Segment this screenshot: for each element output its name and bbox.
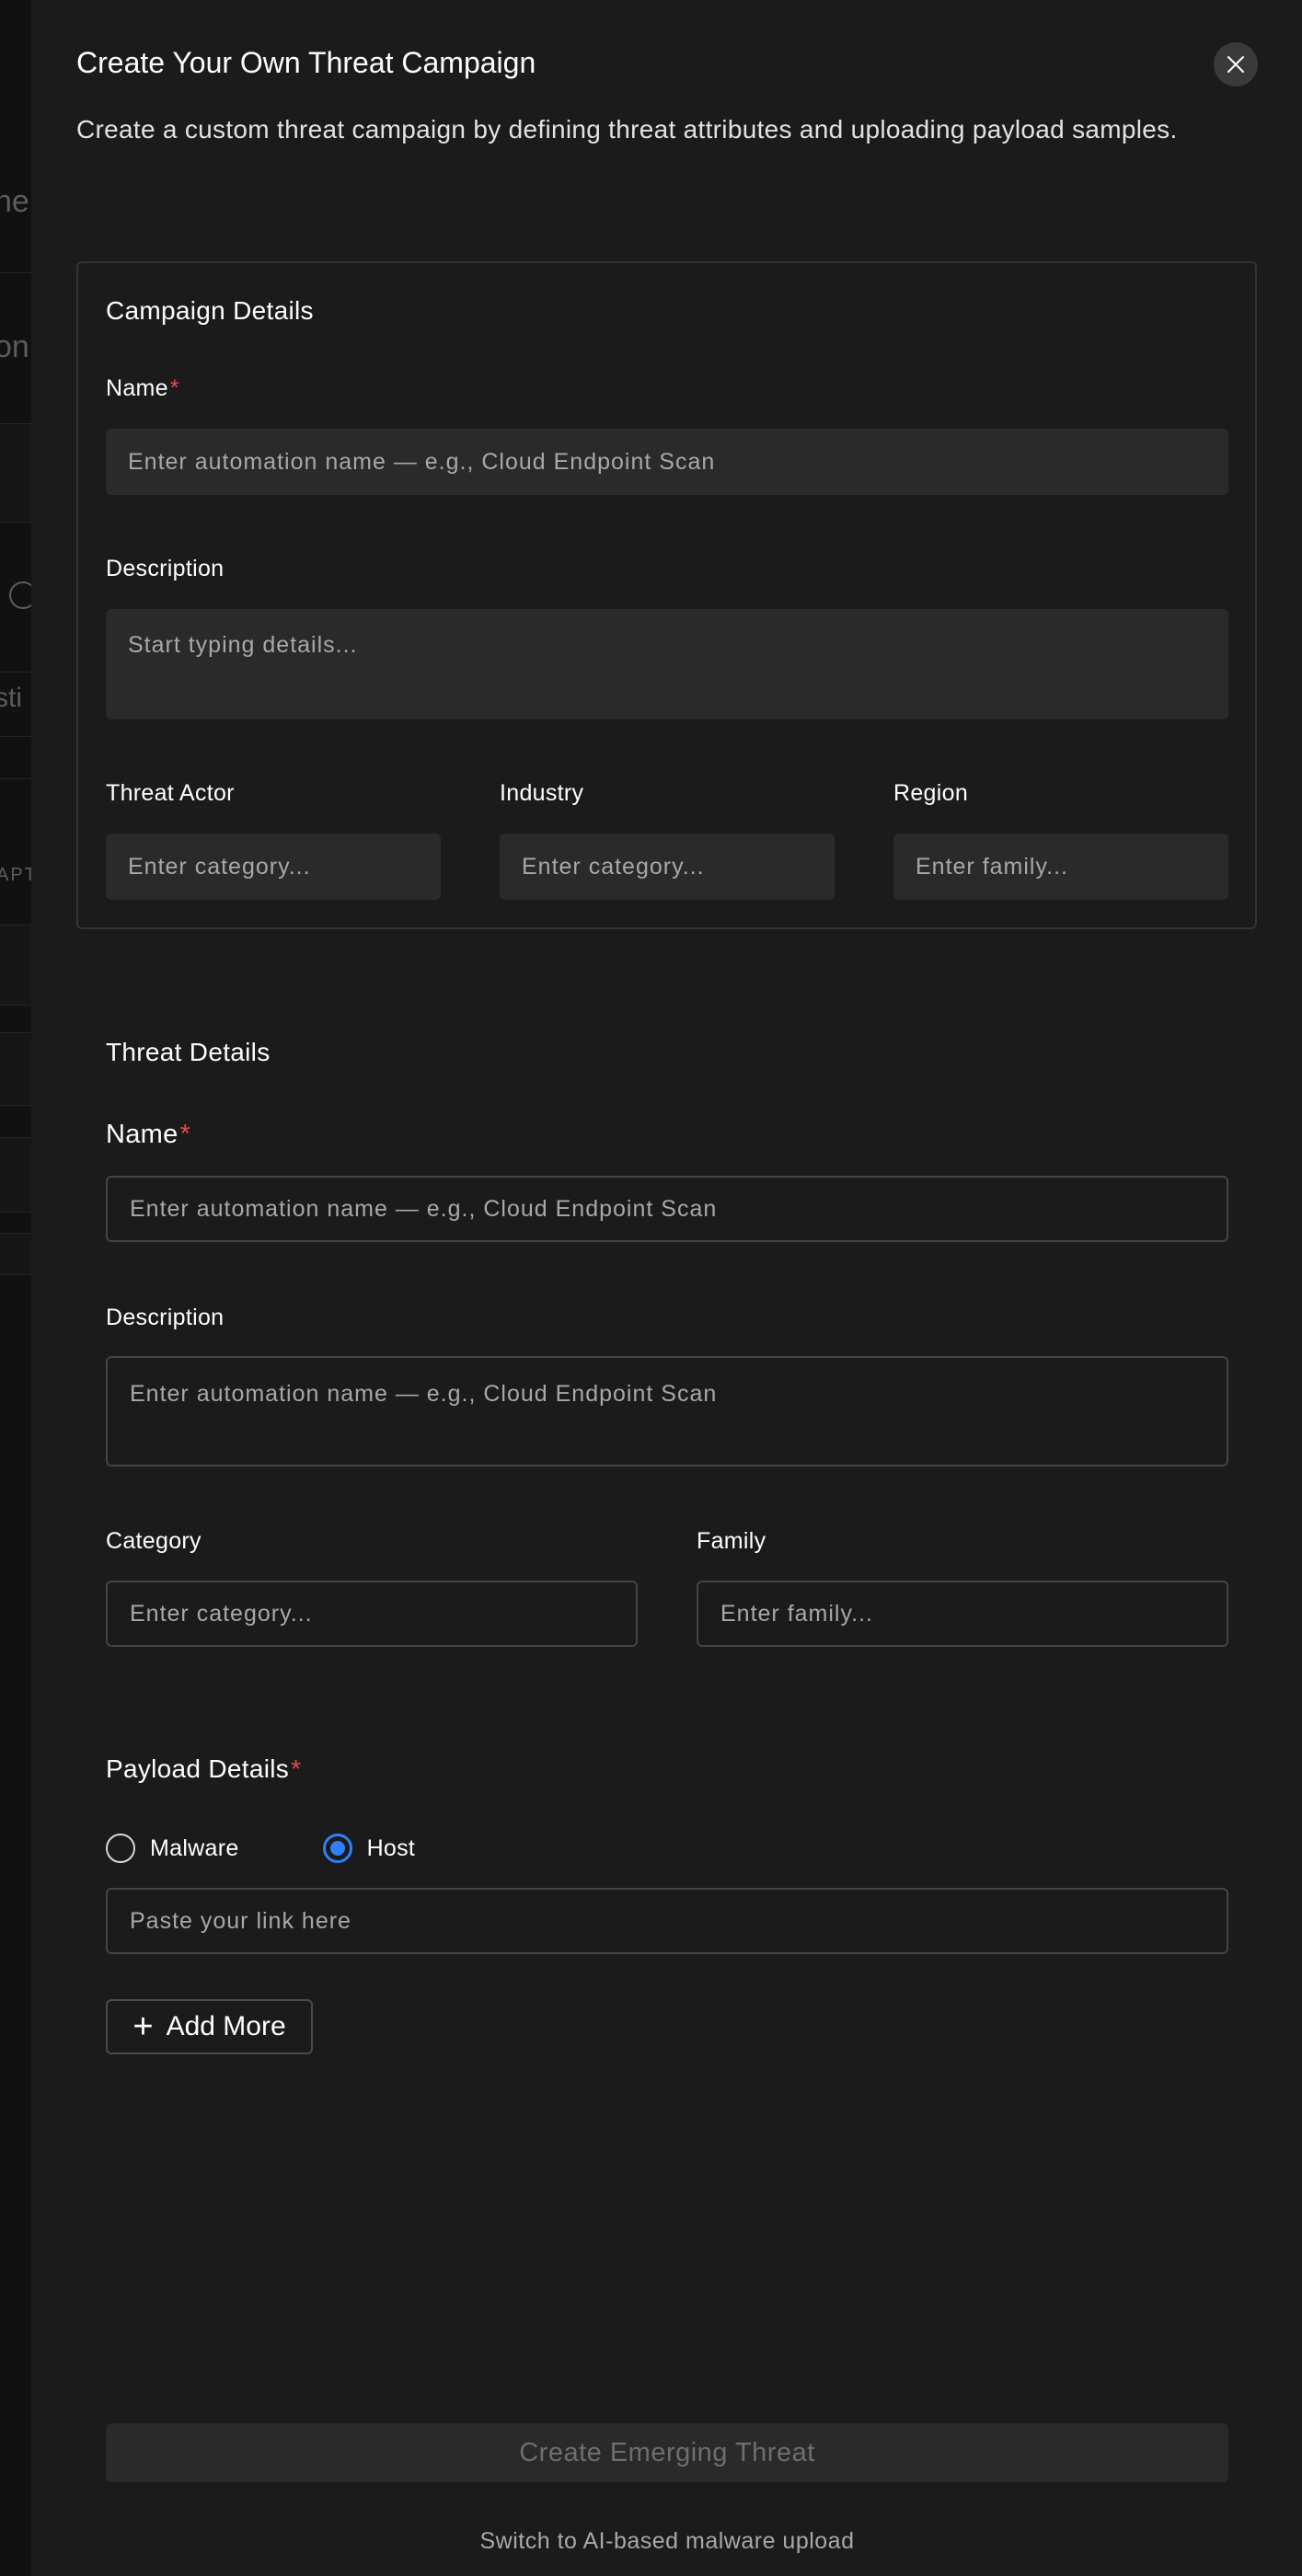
background-card: [0, 925, 31, 1006]
industry-input[interactable]: [500, 834, 835, 900]
campaign-details-section: [76, 261, 1257, 929]
radio-malware-label: Malware: [150, 1834, 239, 1861]
payload-details-title: Payload Details*: [106, 1754, 302, 1783]
family-input[interactable]: [697, 1581, 1228, 1647]
campaign-details-title: Campaign Details: [106, 296, 314, 325]
background-text: he: [0, 184, 29, 219]
campaign-name-input[interactable]: [106, 429, 1228, 495]
region-label: Region: [893, 780, 969, 806]
required-asterisk: *: [179, 1120, 191, 1149]
background-text: on: [0, 329, 29, 364]
payload-type-radio-group: Malware Host: [106, 1834, 415, 1863]
required-asterisk: *: [291, 1754, 302, 1783]
family-label: Family: [697, 1528, 766, 1554]
threat-details-title: Threat Details: [106, 1038, 271, 1066]
close-icon: [1227, 56, 1244, 73]
campaign-description-input[interactable]: [106, 609, 1228, 719]
add-more-button[interactable]: + Add More: [106, 1999, 313, 2054]
background-divider: [0, 736, 31, 737]
category-label: Category: [106, 1528, 202, 1554]
background-card: [0, 1032, 31, 1106]
modal-subtitle: Create a custom threat campaign by defin…: [76, 115, 1178, 144]
threat-name-input[interactable]: [106, 1176, 1228, 1242]
radio-malware[interactable]: Malware: [106, 1834, 239, 1863]
plus-icon: +: [133, 2007, 154, 2046]
close-button[interactable]: [1214, 42, 1258, 86]
threat-description-input[interactable]: [106, 1356, 1228, 1466]
background-card: [0, 423, 31, 523]
radio-checked-icon: [322, 1834, 352, 1863]
campaign-description-label: Description: [106, 556, 225, 581]
background-divider: [0, 778, 31, 779]
threat-name-label: Name*: [106, 1120, 191, 1149]
create-emerging-threat-button[interactable]: Create Emerging Threat: [106, 2423, 1228, 2482]
add-more-label: Add More: [166, 2011, 286, 2041]
payload-link-input[interactable]: [106, 1888, 1228, 1954]
background-divider: [0, 272, 31, 273]
background-page: he on sti APT: [0, 0, 31, 2576]
background-text: sti: [0, 683, 22, 713]
required-asterisk: *: [169, 375, 179, 401]
campaign-name-label: Name*: [106, 375, 179, 401]
threat-description-label: Description: [106, 1305, 225, 1330]
background-text: APT: [0, 865, 31, 885]
threat-actor-label: Threat Actor: [106, 780, 235, 806]
industry-label: Industry: [500, 780, 584, 806]
radio-unchecked-icon: [106, 1834, 135, 1863]
radio-host[interactable]: Host: [322, 1834, 416, 1863]
background-refresh-icon: [9, 581, 31, 609]
background-card: [0, 1233, 31, 1275]
modal-title: Create Your Own Threat Campaign: [76, 46, 536, 79]
switch-to-ai-upload-link[interactable]: Switch to AI-based malware upload: [106, 2528, 1228, 2555]
radio-host-label: Host: [366, 1834, 416, 1861]
background-divider: [0, 672, 31, 673]
create-campaign-panel: Create Your Own Threat Campaign Create a…: [31, 0, 1302, 2576]
region-input[interactable]: [893, 834, 1228, 900]
threat-actor-input[interactable]: [106, 834, 441, 900]
background-card: [0, 1137, 31, 1213]
category-input[interactable]: [106, 1581, 638, 1647]
